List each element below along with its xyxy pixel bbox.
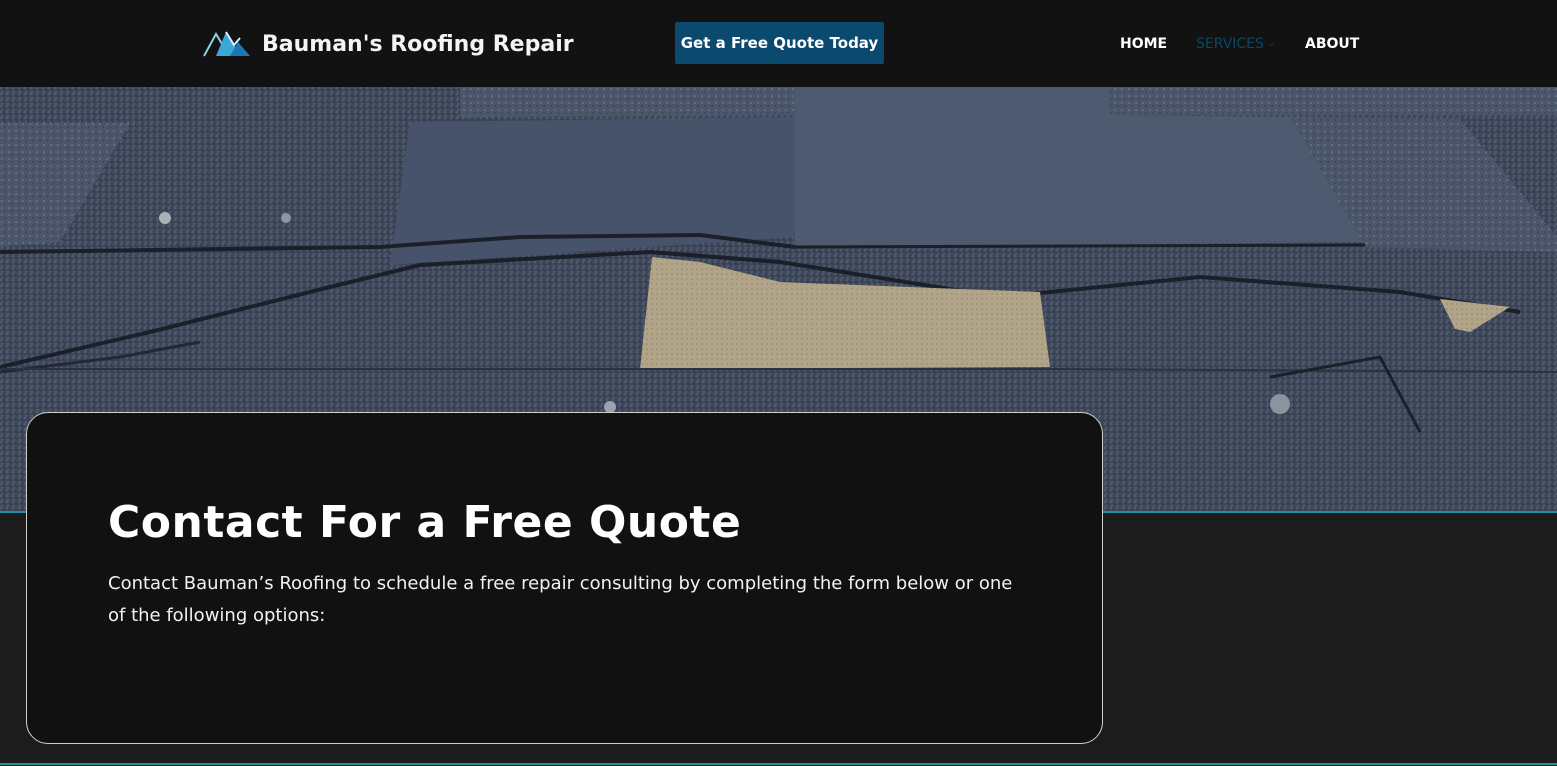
brand-home-link[interactable]: Bauman's Roofing Repair <box>202 26 574 62</box>
nav-about-label: ABOUT <box>1305 36 1360 52</box>
contact-title: Contact For a Free Quote <box>108 497 742 548</box>
roof-mountain-logo-icon <box>203 31 250 57</box>
nav-services-label: SERVICES <box>1196 36 1264 52</box>
top-navigation-bar: Bauman's Roofing Repair Get a Free Quote… <box>0 0 1557 87</box>
nav-services[interactable]: SERVICES ⌄ <box>1196 34 1275 54</box>
free-quote-button[interactable]: Get a Free Quote Today <box>675 22 884 64</box>
contact-description: Contact Bauman’s Roofing to schedule a f… <box>108 573 1013 626</box>
contact-card: Contact For a Free Quote Contact Bauman’… <box>26 412 1103 744</box>
chevron-down-icon: ⌄ <box>1267 39 1276 49</box>
nav-home[interactable]: HOME <box>1120 34 1167 54</box>
brand-name: Bauman's Roofing Repair <box>262 31 574 57</box>
nav-about[interactable]: ABOUT <box>1305 34 1359 54</box>
bottom-divider <box>0 763 1557 765</box>
nav-home-label: HOME <box>1120 36 1168 52</box>
